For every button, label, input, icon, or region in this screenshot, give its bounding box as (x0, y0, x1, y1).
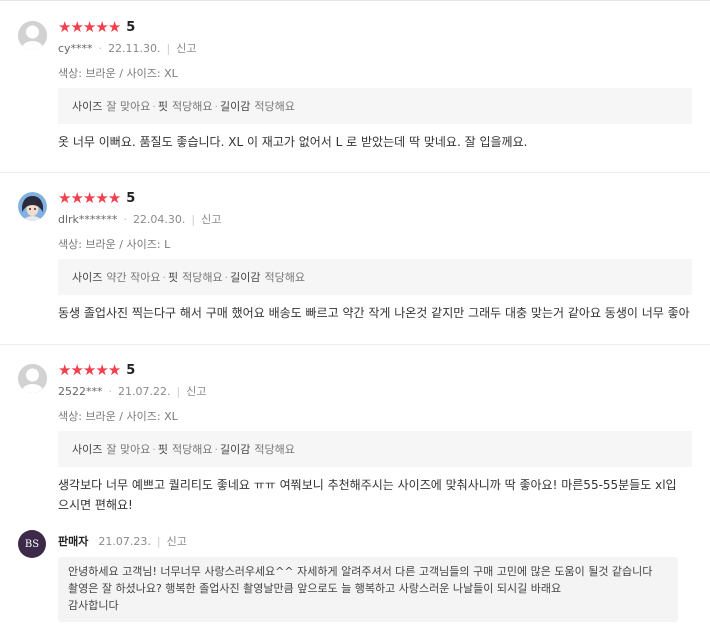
star-icon: ★ (70, 361, 83, 379)
rating-score: 5 (126, 363, 136, 378)
star-rating: ★ ★ ★ ★ ★ 5 (58, 189, 136, 207)
seller-reply-date: 21.07.23. (98, 535, 151, 548)
review-text-line-1: 생각보다 너무 예쁘고 퀄리티도 좋네요 ㅠㅠ 여쭤보니 추천해주시는 사이즈에… (58, 478, 677, 492)
fit-separator: · (152, 442, 156, 456)
fit-value: 적당해요 (254, 443, 295, 456)
seller-reply-line-3: 감사합니다 (68, 599, 119, 612)
fit-label: 길이감 (219, 100, 251, 113)
fit-separator: · (162, 270, 166, 284)
review-meta: dlrk******* · 22.04.30. | 신고 (58, 211, 221, 227)
rating-score: 5 (126, 191, 136, 206)
report-link[interactable]: 신고 (201, 213, 221, 226)
star-icon: ★ (95, 18, 108, 36)
review-text: 옷 너무 이뻐요. 품질도 좋습니다. XL 이 재고가 없어서 L 로 받았는… (58, 135, 528, 149)
seller-reply-line-1: 안녕하세요 고객님! 너무너무 사랑스러우세요^^ 자세하게 알려주셔서 다른 … (68, 565, 653, 578)
purchase-options: 색상: 브라운 / 사이즈: XL (58, 410, 178, 423)
star-icon: ★ (107, 18, 121, 36)
reviewer-id: dlrk******* (58, 213, 118, 226)
meta-dot: · (123, 213, 127, 226)
fit-value: 약간 작아요 (106, 271, 161, 284)
fit-separator: · (214, 442, 218, 456)
fit-summary-box: 사이즈 잘 맞아요 · 핏 적당해요 · 길이감 적당해요 (58, 88, 692, 124)
fit-label: 핏 (157, 100, 168, 113)
fit-value: 적당해요 (264, 271, 305, 284)
star-icon: ★ (58, 18, 71, 36)
seller-reply-line-2: 촬영은 잘 하셨나요? 행복한 졸업사진 촬영날만큼 앞으로도 늘 행복하고 사… (68, 582, 562, 595)
meta-dot: · (98, 42, 103, 55)
fit-value: 적당해요 (254, 100, 295, 113)
fit-summary-box: 사이즈 잘 맞아요 · 핏 적당해요 · 길이감 적당해요 (58, 431, 692, 467)
review-divider (0, 172, 710, 173)
fit-label: 핏 (167, 271, 179, 284)
fit-value: 적당해요 (171, 443, 213, 456)
star-rating: ★ ★ ★ ★ ★ 5 (58, 361, 136, 379)
star-icon: ★ (95, 189, 108, 207)
rating-score: 5 (126, 20, 136, 35)
review-meta: 2522*** · 21.07.22. | 신고 (58, 383, 206, 399)
meta-dot: · (108, 385, 113, 398)
default-avatar-icon (18, 21, 47, 50)
fit-separator: · (224, 270, 229, 284)
reviewer-id: 2522*** (58, 385, 103, 398)
fit-label: 사이즈 (72, 100, 103, 113)
seller-logo-icon: BS (18, 530, 46, 558)
report-link[interactable]: 신고 (176, 42, 196, 55)
fit-label: 사이즈 (72, 271, 103, 284)
review-divider (0, 344, 710, 345)
star-icon: ★ (82, 189, 96, 207)
meta-divider: | (156, 535, 161, 548)
purchase-options: 색상: 브라운 / 사이즈: L (58, 238, 171, 251)
fit-value: 적당해요 (171, 100, 213, 113)
fit-label: 사이즈 (72, 443, 103, 456)
star-icon: ★ (58, 189, 71, 207)
default-avatar-icon (18, 364, 47, 393)
seller-reply-box: 안녕하세요 고객님! 너무너무 사랑스러우세요^^ 자세하게 알려주셔서 다른 … (58, 557, 678, 622)
review-date: 22.11.30. (108, 42, 161, 55)
report-link[interactable]: 신고 (186, 385, 206, 398)
star-icon: ★ (70, 189, 83, 207)
review-text: 동생 졸업사진 찍는다구 해서 구매 했어요 배송도 빠르고 약간 작게 나온것… (58, 306, 690, 320)
fit-value: 적당해요 (182, 271, 223, 284)
seller-name: 판매자 (58, 535, 89, 548)
reviewer-id: cy**** (58, 42, 93, 55)
star-icon: ★ (82, 18, 96, 36)
fit-value: 잘 맞아요 (106, 100, 151, 113)
fit-separator: · (152, 99, 156, 113)
meta-divider: | (166, 42, 171, 55)
fit-label: 길이감 (219, 443, 251, 456)
report-link[interactable]: 신고 (167, 535, 187, 548)
seller-reply-meta: 판매자 21.07.23. | 신고 (58, 533, 187, 549)
meta-divider: | (191, 213, 196, 226)
fit-summary-box: 사이즈 약간 작아요 · 핏 적당해요 · 길이감 적당해요 (58, 259, 692, 295)
review-text-line-2: 으시면 편해요! (58, 498, 133, 512)
star-icon: ★ (58, 361, 71, 379)
character-avatar-icon (18, 192, 47, 221)
star-icon: ★ (107, 361, 121, 379)
review-meta: cy**** · 22.11.30. | 신고 (58, 40, 197, 56)
review-date: 22.04.30. (132, 213, 186, 226)
review-date: 21.07.22. (118, 385, 171, 398)
purchase-options: 색상: 브라운 / 사이즈: XL (58, 67, 178, 80)
fit-value: 잘 맞아요 (106, 443, 151, 456)
star-icon: ★ (107, 189, 121, 207)
fit-label: 길이감 (230, 271, 261, 284)
meta-divider: | (176, 385, 181, 398)
star-icon: ★ (70, 18, 83, 36)
star-icon: ★ (82, 361, 96, 379)
fit-separator: · (214, 99, 218, 113)
star-rating: ★ ★ ★ ★ ★ 5 (58, 18, 136, 36)
top-divider (0, 0, 710, 1)
fit-label: 핏 (157, 443, 168, 456)
seller-logo-text: BS (24, 538, 40, 550)
star-icon: ★ (95, 361, 108, 379)
